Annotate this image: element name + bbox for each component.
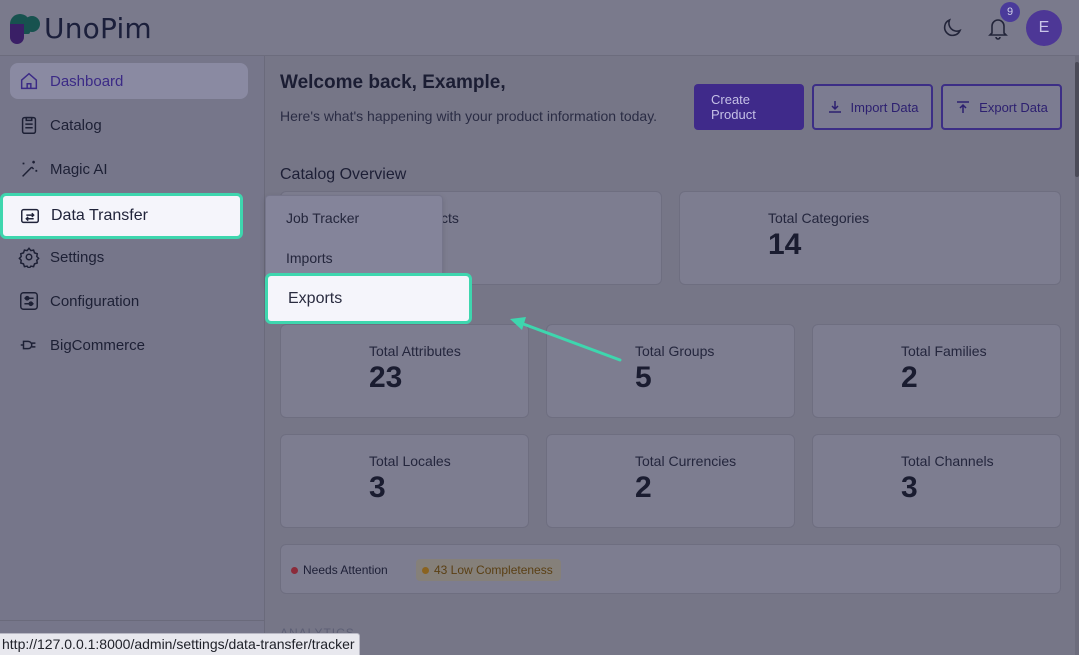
export-data-label: Export Data — [979, 99, 1048, 115]
magic-wand-icon — [22, 160, 38, 177]
sidebar-divider — [0, 620, 265, 621]
card-label: Total Categories — [768, 210, 870, 226]
home-icon — [20, 72, 38, 90]
annotation-arrow-icon — [510, 317, 622, 362]
import-data-button[interactable]: Import Data — [812, 84, 933, 130]
sidebar-item-data-transfer[interactable]: Data Transfer — [0, 193, 243, 239]
needs-attention-badge: Needs Attention — [285, 559, 396, 581]
top-bar: UnoPim 9 E — [0, 0, 1079, 56]
card-value: 23 — [369, 361, 403, 394]
sidebar-item-label: Configuration — [50, 292, 140, 310]
page-title: Welcome back, Example, — [280, 72, 506, 93]
import-data-label: Import Data — [850, 99, 919, 115]
card-label: Total Families — [901, 343, 987, 359]
clipboard-icon — [21, 116, 37, 134]
sidebar-item-configuration[interactable]: Configuration — [10, 283, 248, 319]
card-label: Total Locales — [369, 453, 451, 469]
main-content: Welcome back, Example, Here's what's hap… — [265, 56, 1075, 655]
avatar[interactable]: E — [1026, 10, 1062, 46]
notification-badge: 9 — [1000, 2, 1020, 22]
sidebar-item-label: Settings — [50, 248, 105, 266]
card-value: 3 — [901, 471, 918, 504]
sidebar-item-label: Magic AI — [50, 160, 108, 178]
sidebar-item-label: Dashboard — [50, 72, 124, 90]
card-total-attributes: Total Attributes 23 — [280, 324, 529, 418]
card-label: Total Groups — [635, 343, 715, 359]
card-value: 2 — [635, 471, 652, 504]
card-label: Total Currencies — [635, 453, 737, 469]
sidebar-item-settings[interactable]: Settings — [10, 239, 248, 275]
export-data-button[interactable]: Export Data — [941, 84, 1062, 130]
card-total-currencies: Total Currencies 2 — [546, 434, 795, 528]
card-value: 2 — [901, 361, 918, 394]
card-label: cts — [441, 210, 459, 226]
plug-icon — [20, 340, 36, 350]
submenu-item-job-tracker[interactable]: Job Tracker — [286, 210, 359, 226]
gear-icon — [18, 247, 40, 268]
transfer-icon — [21, 208, 39, 224]
sidebar-item-dashboard[interactable]: Dashboard — [10, 63, 248, 99]
card-total-families: Total Families 2 — [812, 324, 1061, 418]
card-label: Total Channels — [901, 453, 994, 469]
card-label: Total Attributes — [369, 343, 461, 359]
create-product-button[interactable]: Create Product — [694, 84, 804, 130]
logo-text: UnoPim — [44, 12, 152, 45]
submenu-item-exports[interactable]: Exports — [265, 273, 472, 324]
card-total-channels: Total Channels 3 — [812, 434, 1061, 528]
sidebar: Dashboard Catalog Magic AI Data Transfer… — [0, 56, 265, 655]
sidebar-item-magic-ai[interactable]: Magic AI — [10, 151, 248, 187]
create-product-label: Create Product — [711, 92, 756, 122]
submenu-item-imports[interactable]: Imports — [286, 250, 333, 266]
card-value: 14 — [768, 228, 802, 261]
attention-bar: Needs Attention 43 Low Completeness — [280, 544, 1061, 594]
card-total-categories: Total Categories 14 — [679, 191, 1061, 285]
sidebar-item-bigcommerce[interactable]: BigCommerce — [10, 327, 248, 363]
sidebar-item-label: Data Transfer — [51, 207, 148, 224]
page-subtitle: Here's what's happening with your produc… — [280, 108, 658, 124]
upload-icon — [957, 101, 970, 113]
card-total-locales: Total Locales 3 — [280, 434, 529, 528]
page-scrollbar-thumb[interactable] — [1075, 62, 1079, 177]
sidebar-item-label: BigCommerce — [50, 336, 146, 354]
download-icon — [828, 101, 841, 113]
sliders-icon — [20, 292, 38, 310]
sidebar-item-catalog[interactable]: Catalog — [10, 107, 248, 143]
logo[interactable]: UnoPim — [10, 12, 152, 45]
status-bar-url: http://127.0.0.1:8000/admin/settings/dat… — [0, 633, 360, 655]
catalog-overview-title: Catalog Overview — [280, 166, 407, 183]
low-completeness-badge[interactable]: 43 Low Completeness — [416, 559, 561, 581]
logo-mark-icon — [10, 13, 40, 44]
card-value: 3 — [369, 471, 386, 504]
moon-icon[interactable] — [940, 16, 964, 40]
sidebar-item-label: Catalog — [50, 116, 102, 134]
